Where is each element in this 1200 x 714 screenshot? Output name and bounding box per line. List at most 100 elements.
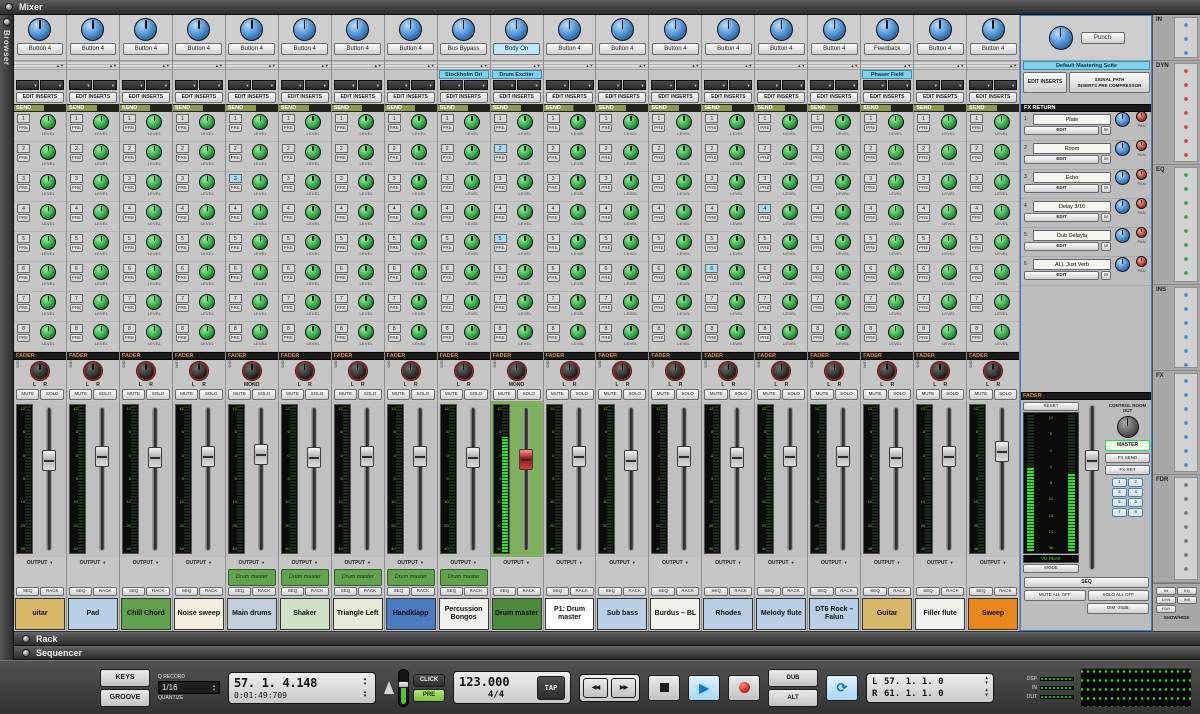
send-pre-button[interactable]: PRE (652, 274, 665, 282)
send-number-button[interactable]: 1 (811, 114, 824, 123)
send-level-knob[interactable] (411, 204, 427, 220)
scroll-arrows-icon[interactable]: ▲▼ (162, 63, 170, 68)
solo-button[interactable]: SOLO (358, 389, 381, 400)
time-signature[interactable]: 4/4 (459, 690, 533, 700)
send-pre-button[interactable]: PRE (176, 244, 189, 252)
send-pre-button[interactable]: PRE (599, 184, 612, 192)
send-number-button[interactable]: 7 (229, 294, 242, 303)
browser-toggle-icon[interactable] (3, 18, 11, 26)
scroll-arrows-icon[interactable]: ▲▼ (1009, 63, 1017, 68)
fader-handle[interactable] (360, 446, 374, 467)
insert-selector[interactable]: ▼ (704, 80, 727, 90)
send-level-knob[interactable] (835, 174, 851, 190)
send-pre-button[interactable]: PRE (17, 214, 30, 222)
rack-button[interactable]: RACK (623, 587, 646, 596)
send-pre-button[interactable]: PRE (282, 154, 295, 162)
insert-selector[interactable]: ▼ (252, 80, 275, 90)
seq-button[interactable]: SEQ (281, 587, 304, 596)
send-level-knob[interactable] (570, 114, 586, 130)
click-button[interactable]: CLICK (413, 674, 445, 687)
pan-width-knob[interactable] (84, 362, 102, 380)
fader-handle[interactable] (95, 446, 109, 467)
send-number-button[interactable]: 7 (123, 294, 136, 303)
send-pre-button[interactable]: PRE (705, 184, 718, 192)
send-level-knob[interactable] (358, 144, 374, 160)
channel-top-knob[interactable] (28, 18, 51, 41)
edit-inserts-button[interactable]: EDIT INSERTS (228, 92, 276, 103)
insert-scrollbar[interactable]: ▲▼ (914, 61, 966, 70)
scroll-arrows-icon[interactable]: ▲▼ (321, 63, 329, 68)
mixer-titlebar[interactable]: Mixer (0, 0, 1200, 15)
navigator-section[interactable]: INS (1153, 285, 1200, 371)
send-pre-button[interactable]: PRE (282, 334, 295, 342)
channel-fader[interactable] (669, 404, 699, 554)
send-level-knob[interactable] (199, 294, 215, 310)
fx-edit-button[interactable]: EDIT (1024, 155, 1099, 164)
send-pre-button[interactable]: PRE (864, 154, 877, 162)
send-pre-button[interactable]: PRE (441, 154, 454, 162)
send-level-knob[interactable] (782, 264, 798, 280)
send-level-knob[interactable] (994, 234, 1010, 250)
fader-handle[interactable] (307, 447, 321, 468)
send-level-knob[interactable] (40, 114, 56, 130)
rack-button[interactable]: RACK (835, 587, 858, 596)
send-number-button[interactable]: 5 (335, 234, 348, 243)
send-pre-button[interactable]: PRE (547, 274, 560, 282)
edit-inserts-button[interactable]: EDIT INSERTS (651, 92, 699, 103)
pan-width-knob[interactable] (190, 362, 208, 380)
channel-top-knob[interactable] (187, 18, 210, 41)
send-number-button[interactable]: 5 (811, 234, 824, 243)
send-level-knob[interactable] (941, 114, 957, 130)
send-number-button[interactable]: 3 (70, 174, 83, 183)
send-number-button[interactable]: 6 (441, 264, 454, 273)
send-number-button[interactable]: 4 (229, 204, 242, 213)
fx-send-button[interactable]: FX SEND (1105, 453, 1150, 463)
send-level-knob[interactable] (994, 144, 1010, 160)
fader-handle[interactable] (148, 447, 162, 468)
channel-fader[interactable] (616, 404, 646, 554)
send-number-button[interactable]: 8 (864, 324, 877, 333)
send-number-button[interactable]: 2 (970, 144, 983, 153)
send-level-knob[interactable] (994, 204, 1010, 220)
click-level-slider[interactable] (398, 669, 409, 707)
send-number-button[interactable]: 8 (758, 324, 771, 333)
master-num-button[interactable]: 3 (1112, 488, 1127, 497)
send-pre-button[interactable]: PRE (17, 334, 30, 342)
send-number-button[interactable]: 3 (335, 174, 348, 183)
send-pre-button[interactable]: PRE (441, 334, 454, 342)
fader-handle[interactable] (413, 446, 427, 467)
send-level-knob[interactable] (729, 324, 745, 340)
insert-scrollbar[interactable]: ▲▼ (544, 61, 596, 70)
seq-button[interactable]: SEQ (228, 587, 251, 596)
mute-button[interactable]: MUTE (16, 389, 39, 400)
send-number-button[interactable]: 1 (17, 114, 30, 123)
send-level-knob[interactable] (835, 294, 851, 310)
output-selector[interactable]: OUTPUT ▼ (120, 557, 172, 568)
send-number-button[interactable]: 2 (917, 144, 930, 153)
send-pre-button[interactable]: PRE (123, 184, 136, 192)
solo-button[interactable]: SOLO (146, 389, 169, 400)
fx-pan-knob[interactable] (1136, 140, 1147, 151)
channel-fader[interactable] (140, 404, 170, 554)
solo-button[interactable]: SOLO (994, 389, 1017, 400)
sequencer-toggle-icon[interactable] (22, 649, 30, 657)
edit-inserts-button[interactable]: EDIT INSERTS (387, 92, 435, 103)
send-number-button[interactable]: 1 (282, 114, 295, 123)
send-level-knob[interactable] (623, 294, 639, 310)
send-pre-button[interactable]: PRE (282, 274, 295, 282)
solo-button[interactable]: SOLO (199, 389, 222, 400)
send-level-knob[interactable] (888, 144, 904, 160)
send-pre-button[interactable]: PRE (441, 244, 454, 252)
send-number-button[interactable]: 5 (599, 234, 612, 243)
master-num-button[interactable]: 2 (1128, 478, 1143, 487)
channel-fader[interactable] (722, 404, 752, 554)
send-number-button[interactable]: 6 (176, 264, 189, 273)
send-pre-button[interactable]: PRE (811, 244, 824, 252)
insert-scrollbar[interactable]: ▲▼ (279, 61, 331, 70)
send-pre-button[interactable]: PRE (758, 184, 771, 192)
send-pre-button[interactable]: PRE (652, 334, 665, 342)
send-level-knob[interactable] (517, 264, 533, 280)
edit-inserts-button[interactable]: EDIT INSERTS (334, 92, 382, 103)
send-level-knob[interactable] (517, 234, 533, 250)
send-pre-button[interactable]: PRE (758, 304, 771, 312)
